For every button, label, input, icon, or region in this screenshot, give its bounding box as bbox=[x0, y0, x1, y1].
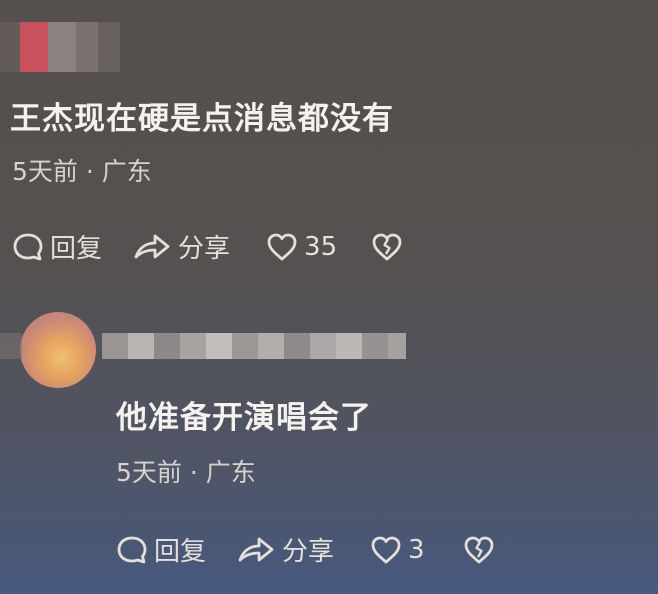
reply-button[interactable]: 回复 bbox=[12, 228, 102, 265]
reply-label: 回复 bbox=[154, 537, 207, 567]
reply-button[interactable]: 回复 bbox=[116, 531, 206, 568]
comment-text: 王杰现在硬是点消息都没有 bbox=[10, 101, 394, 137]
share-button[interactable]: 分享 bbox=[236, 531, 334, 568]
comment-actions: 回复 分享 35 bbox=[12, 228, 403, 265]
share-button[interactable]: 分享 bbox=[132, 228, 230, 265]
dislike-button[interactable] bbox=[371, 232, 403, 262]
broken-heart-icon bbox=[372, 233, 402, 260]
broken-heart-icon bbox=[464, 536, 493, 563]
share-arrow-icon bbox=[134, 234, 170, 258]
heart-icon bbox=[267, 233, 297, 260]
share-arrow-icon bbox=[238, 537, 274, 561]
like-button[interactable]: 3 bbox=[370, 535, 425, 565]
heart-icon bbox=[371, 536, 401, 563]
comment-text: 他准备开演唱会了 bbox=[116, 400, 372, 436]
comment-actions: 回复 分享 3 bbox=[116, 531, 495, 568]
dislike-button[interactable] bbox=[463, 535, 495, 565]
comment-bubble-icon bbox=[117, 536, 147, 563]
share-label: 分享 bbox=[282, 537, 335, 567]
username-blurred bbox=[0, 22, 120, 72]
like-count: 35 bbox=[304, 231, 338, 262]
comment-meta: 5天前 · 广东 bbox=[116, 458, 256, 487]
comment-bubble-icon bbox=[13, 233, 43, 260]
like-button[interactable]: 35 bbox=[266, 232, 337, 262]
comment-meta: 5天前 · 广东 bbox=[12, 157, 152, 186]
like-count: 3 bbox=[408, 534, 425, 565]
reply-label: 回复 bbox=[50, 234, 103, 264]
username-blurred bbox=[0, 333, 432, 359]
share-label: 分享 bbox=[178, 234, 231, 264]
